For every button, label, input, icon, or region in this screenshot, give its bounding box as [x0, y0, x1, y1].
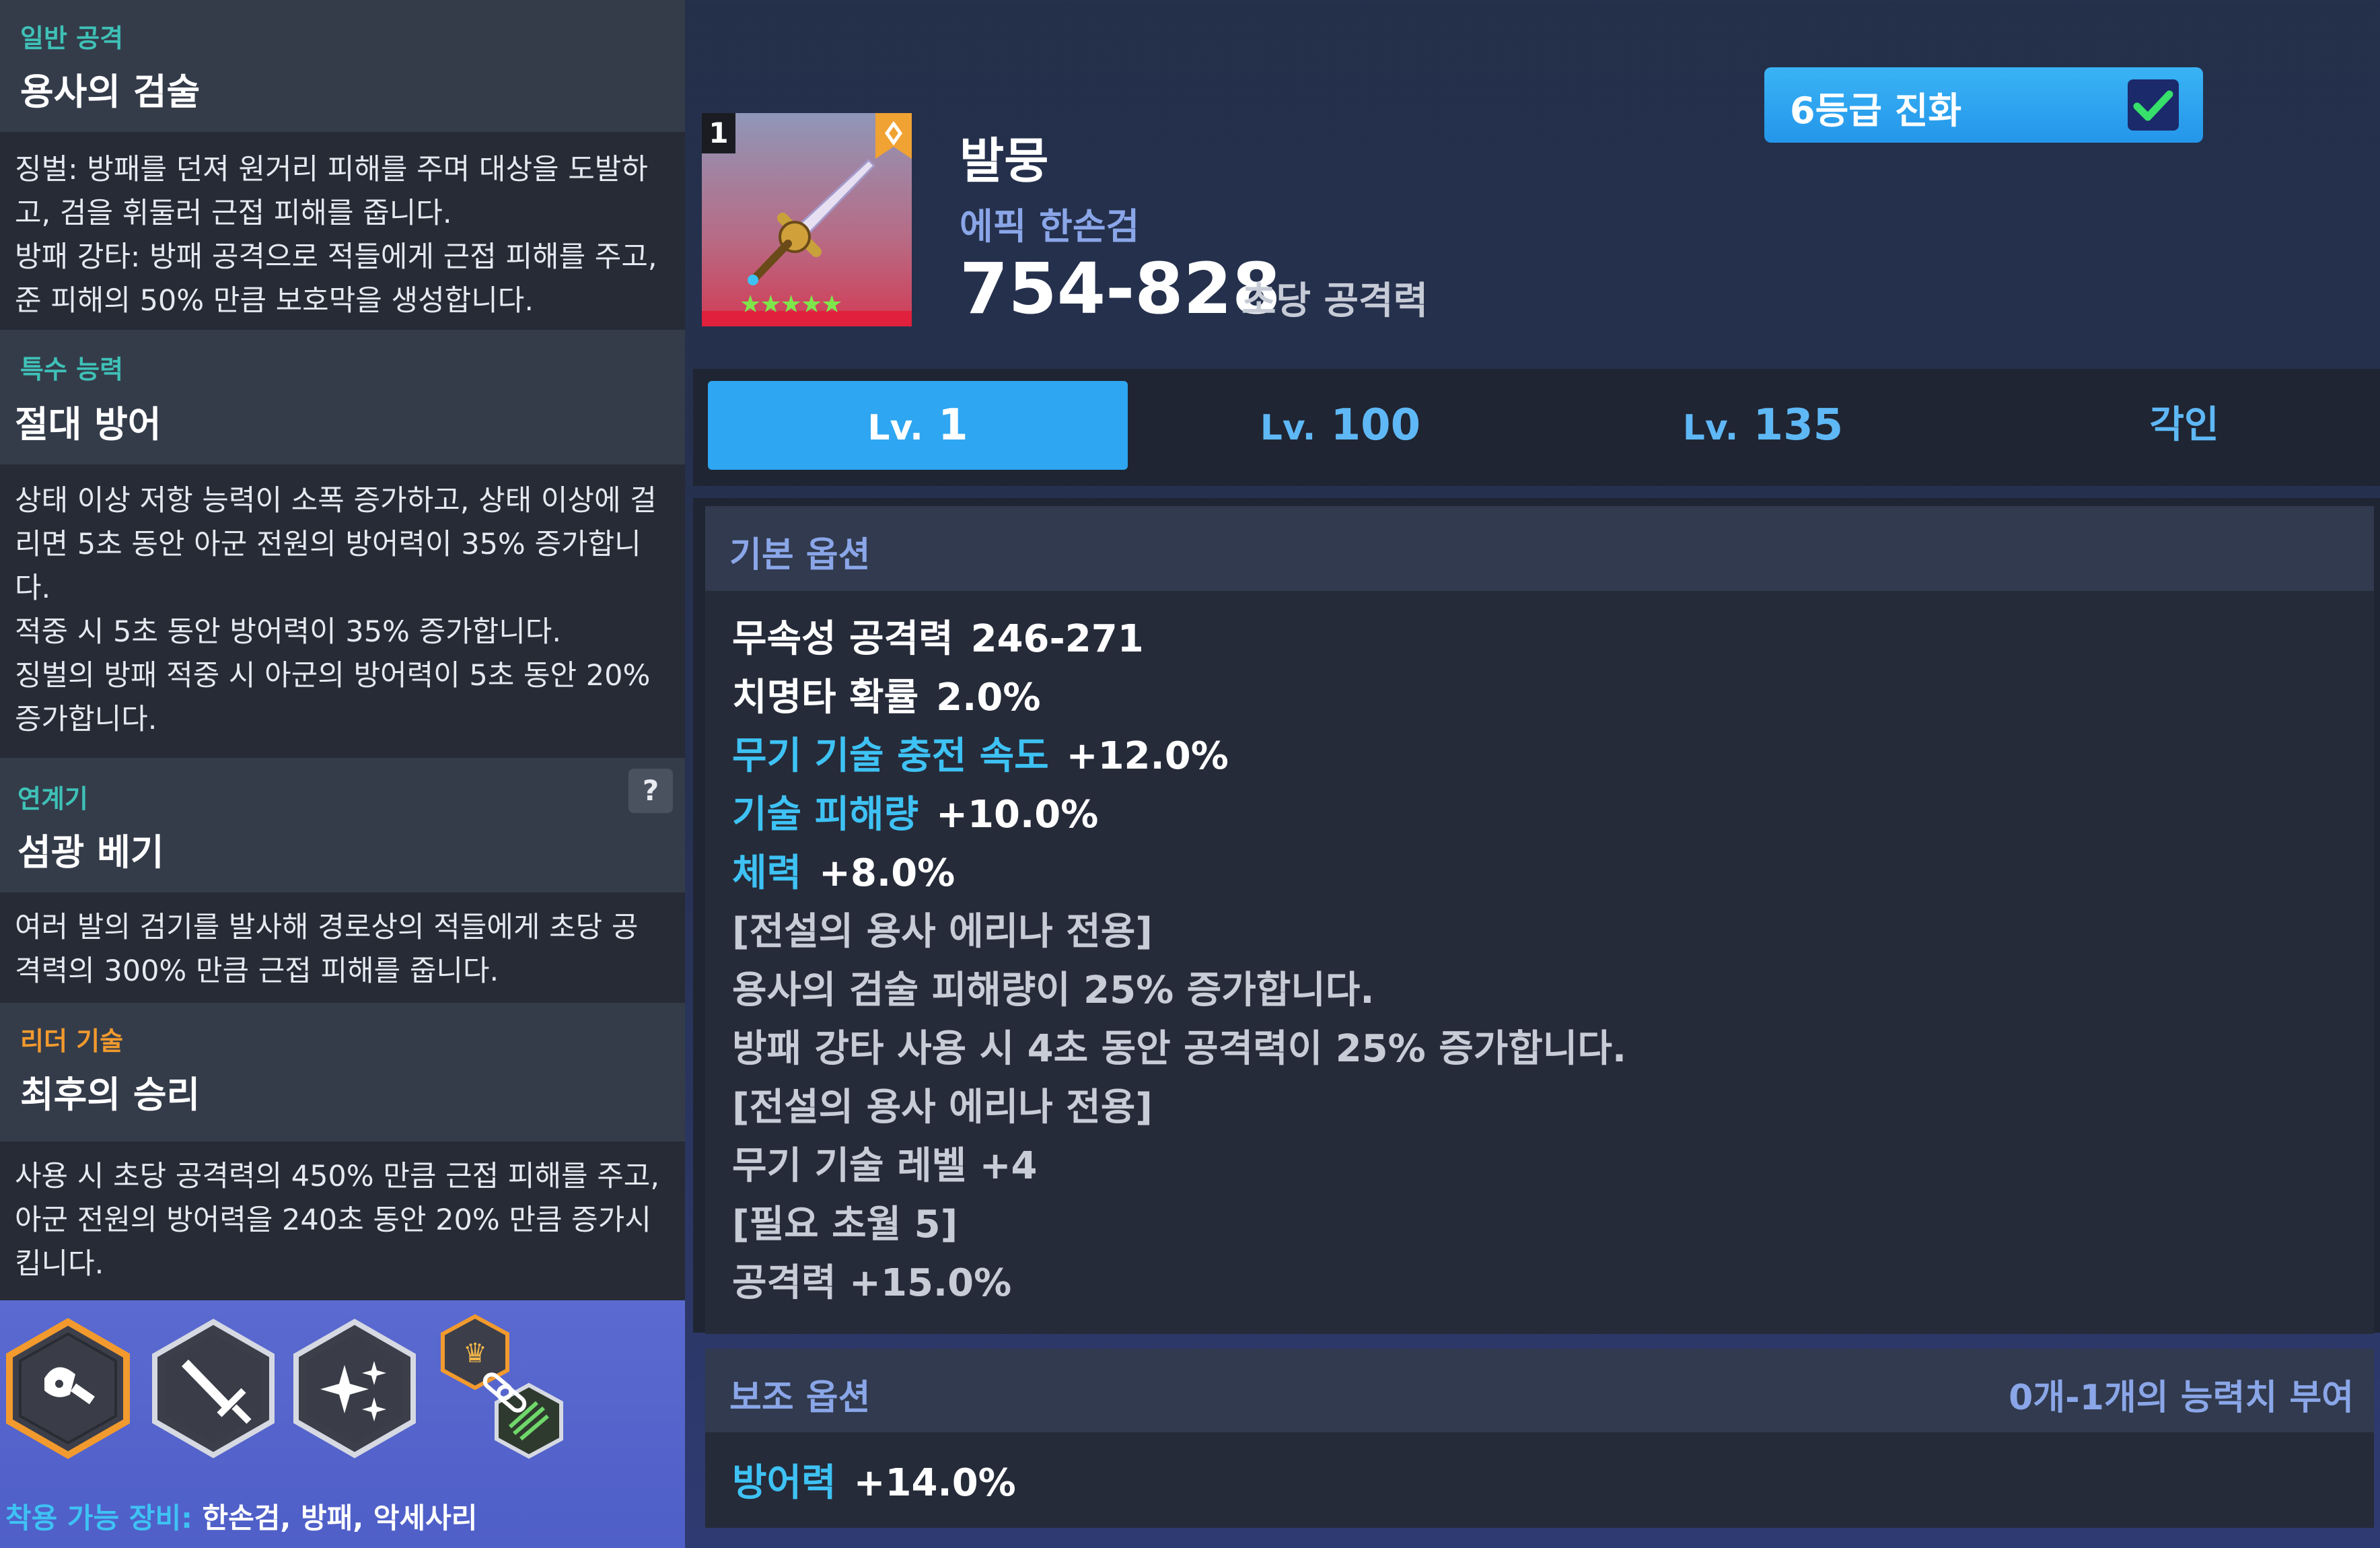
option-line: 기술 피해량 +10.0%: [732, 784, 1098, 839]
option-key: 무기 기술 충전 속도: [732, 734, 1049, 778]
bookmark-icon: [875, 113, 912, 159]
sub-options-header: 보조 옵션 0개-1개의 능력치 부여: [705, 1349, 2374, 1432]
tab-prefix: Lv.: [867, 408, 923, 448]
option-value: 2.0%: [936, 676, 1041, 719]
option-value: +12.0%: [1066, 734, 1229, 778]
sword-image: [748, 158, 876, 285]
option-line: 공격력 +15.0%: [732, 1261, 1012, 1305]
option-value: +14.0%: [853, 1461, 1016, 1505]
wearable-label: 착용 가능 장비:: [5, 1502, 192, 1535]
option-value: +10.0%: [936, 793, 1099, 837]
option-key: 치명타 확률: [732, 676, 919, 719]
skill-panel: 일반 공격 용사의 검술 징벌: 방패를 던져 원거리 피해를 주며 대상을 도…: [0, 0, 685, 1548]
option-key: 체력: [732, 851, 802, 895]
option-value: 246-271: [970, 617, 1144, 661]
weapon-icon-card[interactable]: 1 ★★★★★: [702, 113, 912, 326]
skill-description: 상태 이상 저항 능력이 소폭 증가하고, 상태 이상에 걸 리면 5초 동안 …: [15, 484, 657, 736]
sub-options-title: 보조 옵션: [729, 1378, 871, 1418]
option-line: [전설의 용사 에리나 전용]: [732, 1086, 1153, 1129]
basic-options-title: 기본 옵션: [729, 535, 871, 575]
skill-category: 연계기: [17, 784, 88, 814]
star-rating: ★★★★★: [740, 291, 842, 318]
weapon-name: 발뭉: [960, 133, 1049, 189]
sword-icon[interactable]: [149, 1318, 277, 1459]
attack-value: 754-828: [960, 248, 1281, 330]
tab-value: 각인: [2149, 403, 2219, 447]
option-line: 용사의 검술 피해량이 25% 증가합니다.: [732, 969, 1375, 1012]
option-key: 무속성 공격력: [732, 617, 953, 661]
option-line: 무기 기술 충전 속도 +12.0%: [732, 726, 1229, 780]
weapon-type: 에픽 한손검: [960, 205, 1140, 248]
option-line: [필요 초월 5]: [732, 1203, 958, 1246]
svg-text:♛: ♛: [463, 1338, 487, 1369]
option-line: 무속성 공격력 246-271: [732, 608, 1144, 663]
tab-prefix: Lv.: [1682, 408, 1739, 448]
skill-description-box: 징벌: 방패를 던져 원거리 피해를 주며 대상을 도발하 고, 검을 휘둘러 …: [0, 132, 685, 330]
option-line: 치명타 확률 2.0%: [732, 667, 1040, 722]
skill-description-box: 상태 이상 저항 능력이 소폭 증가하고, 상태 이상에 걸 리면 5초 동안 …: [0, 464, 685, 758]
skill-header-special: 특수 능력 절대 방어: [0, 330, 685, 464]
chain-link-icon[interactable]: ♛: [436, 1314, 571, 1461]
level-tabs: Lv. 1 Lv. 100 Lv. 135 각인: [693, 369, 2380, 486]
evolve-toggle[interactable]: 6등급 진화: [1764, 67, 2203, 143]
option-line: 무기 기술 레벨 +4: [732, 1144, 1038, 1188]
option-key: 방어력: [732, 1461, 836, 1505]
sub-options-note: 0개-1개의 능력치 부여: [2009, 1378, 2354, 1418]
skill-name: 용사의 검술: [20, 71, 201, 113]
tab-lv-100[interactable]: Lv. 100: [1130, 381, 1550, 470]
skill-name: 절대 방어: [15, 403, 161, 446]
tab-prefix: Lv.: [1260, 408, 1316, 448]
option-line: 체력 +8.0%: [732, 843, 955, 897]
skill-header-leader: 리더 기술 최후의 승리: [0, 1003, 685, 1141]
tab-engrave[interactable]: 각인: [1974, 381, 2380, 470]
tab-value: 135: [1753, 400, 1844, 450]
sparkle-icon[interactable]: [291, 1318, 419, 1459]
check-icon: [2133, 90, 2173, 121]
wearable-value: 한손검, 방패, 악세사리: [192, 1502, 478, 1535]
skill-category: 특수 능력: [20, 355, 124, 384]
slot-number: 1: [702, 113, 735, 153]
attack-unit: 초당 공격력: [1241, 279, 1429, 323]
tab-value: 100: [1330, 400, 1421, 450]
skill-category: 리더 기술: [20, 1026, 124, 1056]
skill-name: 섬광 베기: [17, 831, 164, 874]
skill-category: 일반 공격: [20, 24, 124, 53]
skill-description: 징벌: 방패를 던져 원거리 피해를 주며 대상을 도발하 고, 검을 휘둘러 …: [15, 153, 657, 318]
tab-value: 1: [938, 400, 968, 450]
skill-description-box: 사용 시 초당 공격력의 450% 만큼 근접 피해를 주고, 아군 전원의 방…: [0, 1141, 685, 1300]
basic-options-header: 기본 옵션: [705, 506, 2374, 591]
evolve-label: 6등급 진화: [1790, 90, 1962, 132]
option-line: [전설의 용사 에리나 전용]: [732, 910, 1153, 954]
option-line: 방어력 +14.0%: [732, 1452, 1016, 1507]
option-line: 방패 강타 사용 시 4초 동안 공격력이 25% 증가합니다.: [732, 1027, 1627, 1071]
tab-lv-135[interactable]: Lv. 135: [1553, 381, 1973, 470]
skill-description: 사용 시 초당 공격력의 450% 만큼 근접 피해를 주고, 아군 전원의 방…: [15, 1160, 660, 1281]
option-value: +8.0%: [819, 851, 955, 895]
skill-name: 최후의 승리: [20, 1074, 201, 1116]
option-key: 기술 피해량: [732, 793, 919, 837]
shield-sword-icon[interactable]: [4, 1318, 132, 1459]
skill-header-basic-attack: 일반 공격 용사의 검술: [0, 0, 685, 132]
skill-description-box: 여러 발의 검기를 발사해 경로상의 적들에게 초당 공 격력의 300% 만큼…: [0, 892, 685, 1003]
evolve-checkbox[interactable]: [2128, 79, 2179, 131]
tab-lv-1[interactable]: Lv. 1: [708, 381, 1128, 470]
skill-header-combo: 연계기 섬광 베기 ?: [0, 758, 685, 892]
wearable-equipment: 착용 가능 장비: 한손검, 방패, 악세사리: [5, 1496, 477, 1537]
skill-description: 여러 발의 검기를 발사해 경로상의 적들에게 초당 공 격력의 300% 만큼…: [15, 911, 639, 988]
help-button[interactable]: ?: [628, 769, 673, 813]
